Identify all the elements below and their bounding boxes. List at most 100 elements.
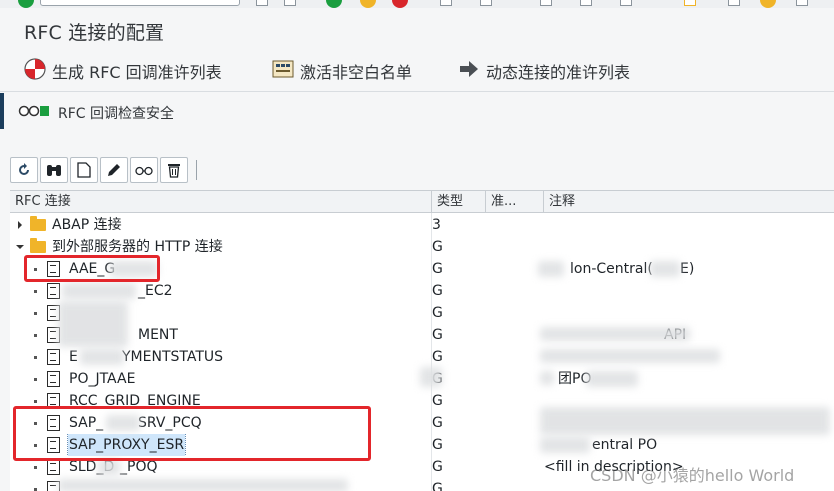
tree-bullet <box>34 400 37 403</box>
tree-bullet <box>34 466 37 469</box>
tree-header: RFC 连接 类型 准... 注释 <box>10 191 834 213</box>
create-button[interactable] <box>70 157 98 183</box>
side-marker <box>0 93 4 129</box>
privacy-blur <box>540 371 554 385</box>
page-title: RFC 连接的配置 <box>24 22 165 44</box>
generate-callback-allowlist-label: 生成 RFC 回调准许列表 <box>52 63 222 82</box>
activate-non-empty-allowlist-label: 激活非空白名单 <box>300 63 413 82</box>
dynamic-connection-allowlist-label: 动态连接的准许列表 <box>486 63 631 82</box>
tree-node-connection[interactable]: MENT G API <box>10 324 834 346</box>
back-icon[interactable] <box>284 0 296 6</box>
arrow-right-icon <box>458 60 480 82</box>
type-cell: 3 <box>432 217 441 233</box>
document-icon <box>47 349 60 365</box>
document-icon <box>47 459 60 475</box>
binoculars-icon <box>47 165 61 176</box>
system-toolbar <box>0 0 834 8</box>
column-header-allow[interactable]: 准... <box>486 191 544 213</box>
type-cell: G <box>432 305 443 321</box>
type-cell: G <box>432 437 443 453</box>
type-cell: G <box>432 283 443 299</box>
privacy-blur <box>650 261 680 277</box>
save-icon[interactable] <box>256 0 268 6</box>
back-button-icon[interactable] <box>326 0 342 8</box>
type-cell: G <box>432 349 443 365</box>
tree-node-label: ABAP 连接 <box>52 217 122 233</box>
type-cell: G <box>432 393 443 409</box>
display-button[interactable] <box>130 157 158 183</box>
connection-name: MENT <box>138 327 178 343</box>
change-button[interactable] <box>100 157 128 183</box>
privacy-blur <box>58 301 128 347</box>
column-header-type[interactable]: 类型 <box>432 191 486 213</box>
type-cell: G <box>432 327 443 343</box>
note-text-end: E) <box>680 261 695 277</box>
pencil-icon <box>108 164 120 176</box>
privacy-blur <box>58 479 348 491</box>
connection-name: _EC2 <box>138 283 173 299</box>
activate-non-empty-allowlist-button[interactable]: 激活非空白名单 <box>272 59 412 83</box>
column-header-rfc-connection[interactable]: RFC 连接 <box>10 191 432 213</box>
exit-button-icon[interactable] <box>360 0 376 8</box>
note-text: entral PO <box>592 437 658 453</box>
new-session-icon[interactable] <box>620 0 632 6</box>
settings-icon[interactable] <box>796 0 808 6</box>
application-toolbar: 生成 RFC 回调准许列表 激活非空白名单 动态连接的准许列表 <box>0 56 834 86</box>
refresh-icon <box>19 163 29 175</box>
tree-node-connection[interactable]: G <box>10 302 834 324</box>
find-button[interactable] <box>40 157 68 183</box>
toolbar-divider <box>0 91 834 92</box>
cancel-button-icon[interactable] <box>392 0 408 8</box>
folder-icon <box>30 216 46 231</box>
connection-name-end: YMENTSTATUS <box>122 349 224 365</box>
dynamic-connection-allowlist-button[interactable]: 动态连接的准许列表 <box>458 59 630 83</box>
layout-icon[interactable] <box>728 0 740 6</box>
highlight-box <box>13 406 371 461</box>
watermark: CSDN @小猿的hello World <box>590 466 795 485</box>
privacy-blur <box>586 371 638 387</box>
privacy-blur <box>62 283 136 299</box>
enter-icon[interactable] <box>18 0 34 8</box>
last-page-icon[interactable] <box>580 0 592 6</box>
delete-button[interactable] <box>160 157 188 183</box>
trash-icon <box>168 164 180 178</box>
privacy-blur <box>80 349 124 365</box>
privacy-blur <box>540 349 720 363</box>
connection-name: PO_JTAAE <box>69 371 136 387</box>
generate-icon <box>24 58 46 84</box>
toolbar-separator <box>196 160 197 180</box>
privacy-blur <box>98 459 120 475</box>
shortcut-icon[interactable] <box>684 0 696 6</box>
chevron-down-icon[interactable] <box>16 243 24 251</box>
traffic-light-icon <box>18 105 50 121</box>
type-cell: G <box>432 239 443 255</box>
document-icon <box>77 162 91 178</box>
glasses-icon <box>135 166 153 176</box>
note-text: lon-Central( <box>570 261 653 277</box>
type-cell: G <box>432 481 443 491</box>
document-icon <box>47 283 60 299</box>
find-icon[interactable] <box>480 0 492 6</box>
tree-bullet <box>34 312 37 315</box>
column-header-note[interactable]: 注释 <box>544 191 834 213</box>
tree-bullet <box>34 334 37 337</box>
chevron-right-icon[interactable] <box>16 221 24 229</box>
type-cell: G <box>432 261 443 277</box>
tree-bullet <box>34 356 37 359</box>
privacy-blur <box>540 327 690 341</box>
first-page-icon[interactable] <box>540 0 552 6</box>
privacy-blur <box>420 367 442 387</box>
tree-bullet <box>34 290 37 293</box>
refresh-button[interactable] <box>10 157 38 183</box>
rfc-callback-security-label: RFC 回调检查安全 <box>58 106 175 122</box>
print-icon[interactable] <box>440 0 452 6</box>
command-field[interactable] <box>40 0 240 6</box>
type-cell: G <box>432 459 443 475</box>
help-icon[interactable] <box>760 0 776 8</box>
tree-toolbar <box>10 157 197 183</box>
rfc-callback-security-status[interactable]: RFC 回调检查安全 <box>18 103 174 123</box>
privacy-blur <box>538 261 564 277</box>
tree-node-abap-connections[interactable]: ABAP 连接 3 <box>10 214 834 236</box>
generate-callback-allowlist-button[interactable]: 生成 RFC 回调准许列表 <box>24 58 222 84</box>
highlight-box <box>24 255 160 282</box>
